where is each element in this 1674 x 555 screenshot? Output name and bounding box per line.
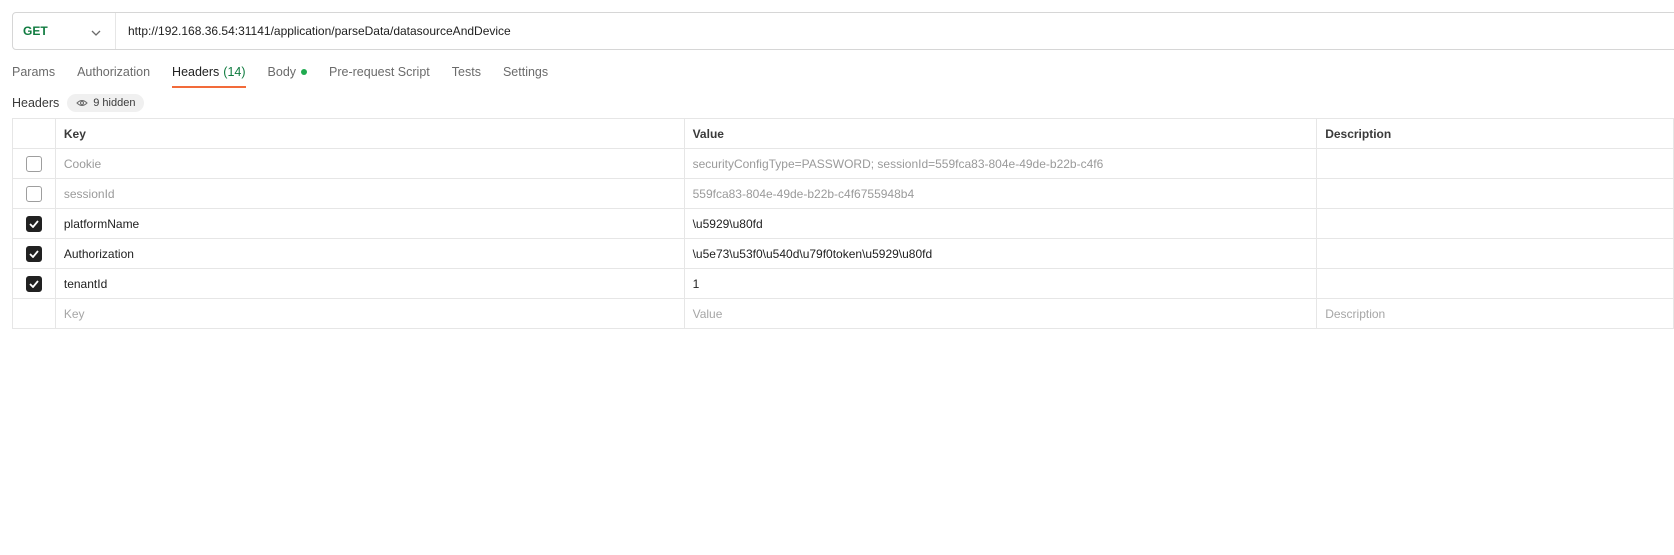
headers-table: Key Value Description Cookie securityCon… (12, 118, 1674, 329)
tab-tests[interactable]: Tests (452, 58, 481, 86)
request-url-bar: GET http://192.168.36.54:31141/applicati… (12, 12, 1674, 50)
tab-label: Body (267, 65, 297, 79)
row-checkbox[interactable] (25, 215, 42, 232)
header-value-cell[interactable]: 559fca83-804e-49de-b22b-c4f6755948b4 (683, 178, 1318, 209)
url-input[interactable]: http://192.168.36.54:31141/application/p… (116, 24, 511, 38)
hidden-count-label: 9 hidden (93, 97, 136, 109)
header-description-cell[interactable] (1316, 148, 1674, 179)
table-row: Authorization \u5e73\u53f0\u540d\u79f0to… (12, 238, 1674, 269)
row-checkbox[interactable] (25, 245, 42, 262)
table-row: Cookie securityConfigType=PASSWORD; sess… (12, 148, 1674, 179)
method-select[interactable]: GET (13, 13, 116, 49)
eye-icon (76, 100, 88, 106)
new-header-row: Key Value Description (12, 298, 1674, 329)
tab-label: Headers (172, 65, 220, 79)
header-description-cell[interactable] (1316, 238, 1674, 269)
header-key-cell[interactable]: Authorization (54, 238, 685, 269)
headers-count: (14) (223, 65, 246, 79)
table-header-row: Key Value Description (12, 118, 1674, 149)
header-key-cell[interactable]: platformName (54, 208, 685, 239)
section-title: Headers (12, 96, 60, 110)
headers-section-header: Headers 9 hidden (12, 93, 145, 113)
method-label: GET (23, 24, 48, 38)
header-value-cell[interactable]: \u5e73\u53f0\u540d\u79f0token\u5929\u80f… (683, 238, 1318, 269)
header-description-cell[interactable] (1316, 178, 1674, 209)
checkmark-icon (29, 249, 39, 258)
tab-headers[interactable]: Headers (14) (172, 58, 247, 88)
row-checkbox[interactable] (25, 185, 42, 202)
header-key-cell[interactable]: Cookie (54, 148, 685, 179)
tab-settings[interactable]: Settings (503, 58, 548, 86)
checkmark-icon (29, 219, 39, 228)
tab-label: Tests (451, 65, 481, 79)
new-description-input[interactable]: Description (1316, 298, 1674, 329)
body-indicator-dot (301, 69, 308, 75)
request-tabs: Params Authorization Headers (14) Body P… (12, 58, 570, 88)
table-row: sessionId 559fca83-804e-49de-b22b-c4f675… (12, 178, 1674, 209)
checkmark-icon (29, 279, 39, 288)
new-value-input[interactable]: Value (683, 298, 1318, 329)
value-column-header: Value (683, 118, 1318, 149)
header-value-cell[interactable]: securityConfigType=PASSWORD; sessionId=5… (683, 148, 1318, 179)
row-checkbox[interactable] (25, 275, 42, 292)
header-description-cell[interactable] (1316, 268, 1674, 299)
header-value-cell[interactable]: 1 (683, 268, 1318, 299)
tab-label: Authorization (77, 65, 151, 79)
key-column-header: Key (54, 118, 685, 149)
tab-label: Pre-request Script (329, 65, 430, 79)
tab-params[interactable]: Params (12, 58, 55, 86)
hidden-headers-toggle[interactable]: 9 hidden (67, 94, 145, 112)
header-description-cell[interactable] (1316, 208, 1674, 239)
tab-authorization[interactable]: Authorization (77, 58, 150, 86)
tab-label: Params (12, 65, 56, 79)
tab-pre-request-script[interactable]: Pre-request Script (329, 58, 430, 86)
new-key-input[interactable]: Key (54, 298, 685, 329)
header-value-cell[interactable]: \u5929\u80fd (683, 208, 1318, 239)
row-checkbox[interactable] (25, 155, 42, 172)
tab-label: Settings (502, 65, 549, 79)
description-column-header: Description (1316, 118, 1674, 149)
header-key-cell[interactable]: tenantId (54, 268, 685, 299)
header-key-cell[interactable]: sessionId (54, 178, 685, 209)
check-column-header (12, 118, 56, 149)
tab-body[interactable]: Body (268, 58, 308, 86)
table-row: platformName \u5929\u80fd (12, 208, 1674, 239)
chevron-down-icon (91, 24, 101, 39)
table-row: tenantId 1 (12, 268, 1674, 299)
